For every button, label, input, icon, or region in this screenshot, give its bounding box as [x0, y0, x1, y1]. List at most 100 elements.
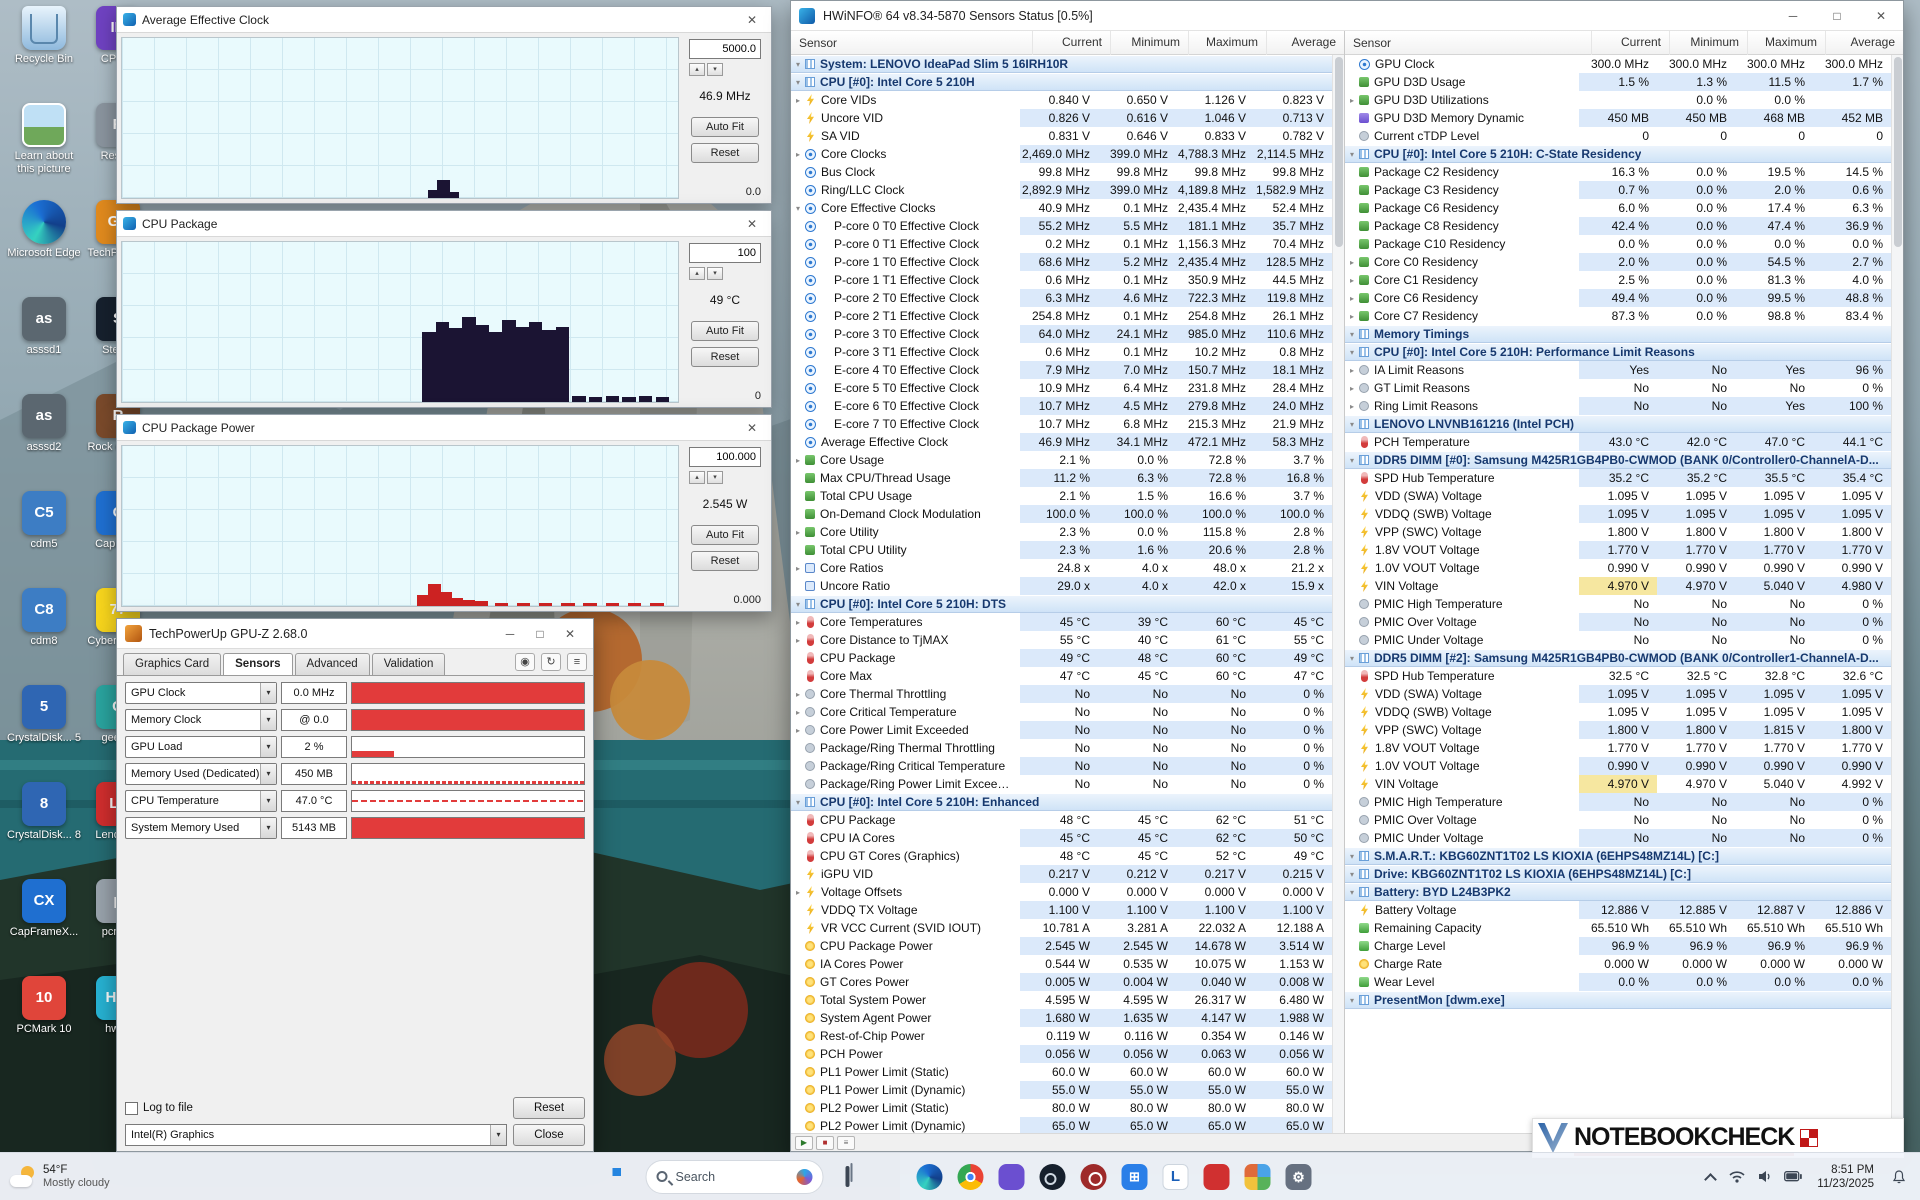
sensor-row[interactable]: ▸Core Critical TemperatureNoNoNo0 %	[791, 703, 1332, 721]
sensor-row[interactable]: SA VID0.831 V0.646 V0.833 V0.782 V	[791, 127, 1332, 145]
sensor-row[interactable]: ▸Core C6 Residency49.4 %0.0 %99.5 %48.8 …	[1345, 289, 1891, 307]
sensor-row[interactable]: ▸Core Thermal ThrottlingNoNoNo0 %	[791, 685, 1332, 703]
sensor-row[interactable]: ▸Core Utility2.3 %0.0 %115.8 %2.8 %	[791, 523, 1332, 541]
photos-icon[interactable]	[1241, 1160, 1275, 1194]
sensor-row[interactable]: Ring/LLC Clock2,892.9 MHz399.0 MHz4,189.…	[791, 181, 1332, 199]
sensor-row[interactable]: Bus Clock99.8 MHz99.8 MHz99.8 MHz99.8 MH…	[791, 163, 1332, 181]
sensor-row[interactable]: PMIC Under VoltageNoNoNo0 %	[1345, 829, 1891, 847]
reset-button[interactable]: Reset	[691, 551, 759, 571]
sensor-row[interactable]: GT Cores Power0.005 W0.004 W0.040 W0.008…	[791, 973, 1332, 991]
sensor-row[interactable]: Uncore Ratio29.0 x4.0 x42.0 x15.9 x	[791, 577, 1332, 595]
sensor-section-header[interactable]: ▾CPU [#0]: Intel Core 5 210H: Performanc…	[1345, 343, 1891, 361]
tab-graphics-card[interactable]: Graphics Card	[123, 653, 221, 675]
sensor-select[interactable]: System Memory Used▾	[125, 817, 277, 839]
sensor-row[interactable]: E-core 5 T0 Effective Clock10.9 MHz6.4 M…	[791, 379, 1332, 397]
sensor-row[interactable]: E-core 7 T0 Effective Clock10.7 MHz6.8 M…	[791, 415, 1332, 433]
sensor-row[interactable]: iGPU VID0.217 V0.212 V0.217 V0.215 V	[791, 865, 1332, 883]
battery-icon[interactable]	[1781, 1165, 1805, 1189]
reset-button[interactable]: Reset	[513, 1097, 585, 1119]
media-red-icon[interactable]	[1200, 1160, 1234, 1194]
maximize-icon[interactable]: □	[1815, 1, 1859, 31]
sensor-row[interactable]: Package C10 Residency0.0 %0.0 %0.0 %0.0 …	[1345, 235, 1891, 253]
sensor-row[interactable]: ▸Core C0 Residency2.0 %0.0 %54.5 %2.7 %	[1345, 253, 1891, 271]
steam-icon[interactable]	[1036, 1160, 1070, 1194]
sensor-row[interactable]: CPU GT Cores (Graphics)48 °C45 °C52 °C49…	[791, 847, 1332, 865]
minimize-icon[interactable]: ─	[1771, 1, 1815, 31]
sensor-row[interactable]: ▸Core Usage2.1 %0.0 %72.8 %3.7 %	[791, 451, 1332, 469]
hwinfo-titlebar[interactable]: HWiNFO® 64 v8.34-5870 Sensors Status [0.…	[791, 1, 1903, 31]
wifi-icon[interactable]	[1725, 1165, 1749, 1189]
sensor-section-header[interactable]: ▾DDR5 DIMM [#0]: Samsung M425R1GB4PB0-CW…	[1345, 451, 1891, 469]
libreoffice-icon[interactable]: L	[1159, 1160, 1193, 1194]
desktop-icon[interactable]: asasssd1	[6, 297, 82, 357]
sensor-row[interactable]: ▸Core Power Limit ExceededNoNoNo0 %	[791, 721, 1332, 739]
sensor-row[interactable]: Battery Voltage12.886 V12.885 V12.887 V1…	[1345, 901, 1891, 919]
sensor-row[interactable]: Remaining Capacity65.510 Wh65.510 Wh65.5…	[1345, 919, 1891, 937]
file-explorer-icon[interactable]	[872, 1160, 906, 1194]
sensor-row[interactable]: Core Max47 °C45 °C60 °C47 °C	[791, 667, 1332, 685]
tab-advanced[interactable]: Advanced	[295, 653, 370, 675]
search-input[interactable]: Search	[646, 1160, 824, 1194]
sensor-row[interactable]: CPU IA Cores45 °C45 °C62 °C50 °C	[791, 829, 1332, 847]
scrollbar-thumb[interactable]	[1894, 57, 1902, 247]
sensor-row[interactable]: Charge Rate0.000 W0.000 W0.000 W0.000 W	[1345, 955, 1891, 973]
sensor-row[interactable]: Total System Power4.595 W4.595 W26.317 W…	[791, 991, 1332, 1009]
desktop-icon[interactable]: CXCapFrameX...	[6, 879, 82, 939]
sensor-row[interactable]: PL2 Power Limit (Static)80.0 W80.0 W80.0…	[791, 1099, 1332, 1117]
sensor-row[interactable]: ▸Core Clocks2,469.0 MHz399.0 MHz4,788.3 …	[791, 145, 1332, 163]
auto-fit-button[interactable]: Auto Fit	[691, 321, 759, 341]
settings-icon[interactable]: ⚙	[1282, 1160, 1316, 1194]
device-select[interactable]: Intel(R) Graphics ▾	[125, 1124, 507, 1146]
desktop-icon[interactable]: Recycle Bin	[6, 6, 82, 66]
sensor-row[interactable]: Package/Ring Power Limit ExceededNoNoNo0…	[791, 775, 1332, 793]
sensor-row[interactable]: On-Demand Clock Modulation100.0 %100.0 %…	[791, 505, 1332, 523]
sensor-row[interactable]: ▸IA Limit ReasonsYesNoYes96 %	[1345, 361, 1891, 379]
scrollbar[interactable]	[1891, 55, 1903, 1133]
sensor-select[interactable]: Memory Clock▾	[125, 709, 277, 731]
auto-fit-button[interactable]: Auto Fit	[691, 525, 759, 545]
sensor-row[interactable]: ▾Core Effective Clocks40.9 MHz0.1 MHz2,4…	[791, 199, 1332, 217]
sensor-section-header[interactable]: ▾Memory Timings	[1345, 325, 1891, 343]
sensor-row[interactable]: Average Effective Clock46.9 MHz34.1 MHz4…	[791, 433, 1332, 451]
desktop-icon[interactable]: Learn about this picture	[6, 103, 82, 176]
sensor-section-header[interactable]: ▾LENOVO LNVNB161216 (Intel PCH)	[1345, 415, 1891, 433]
start-logging-button[interactable]: ▶	[795, 1136, 813, 1150]
desktop-icon[interactable]: 8CrystalDisk... 8	[6, 782, 82, 842]
sensor-row[interactable]: VIN Voltage4.970 V4.970 V5.040 V4.992 V	[1345, 775, 1891, 793]
sensor-row[interactable]: ▸Core VIDs0.840 V0.650 V1.126 V0.823 V	[791, 91, 1332, 109]
graph-window-titlebar[interactable]: Average Effective Clock✕	[117, 7, 771, 33]
volume-icon[interactable]	[1753, 1165, 1777, 1189]
graph-window-titlebar[interactable]: CPU Package Power✕	[117, 415, 771, 441]
sensor-row[interactable]: P-core 2 T0 Effective Clock6.3 MHz4.6 MH…	[791, 289, 1332, 307]
desktop-icon[interactable]: 10PCMark 10	[6, 976, 82, 1036]
sensor-section-header[interactable]: ▾CPU [#0]: Intel Core 5 210H: C-State Re…	[1345, 145, 1891, 163]
spin-up-icon[interactable]: ▴	[689, 267, 705, 280]
sensor-row[interactable]: ▸Core C7 Residency87.3 %0.0 %98.8 %83.4 …	[1345, 307, 1891, 325]
sensor-row[interactable]: ▸Core C1 Residency2.5 %0.0 %81.3 %4.0 %	[1345, 271, 1891, 289]
sensor-row[interactable]: Wear Level0.0 %0.0 %0.0 %0.0 %	[1345, 973, 1891, 991]
sensor-row[interactable]: Max CPU/Thread Usage11.2 %6.3 %72.8 %16.…	[791, 469, 1332, 487]
graph-max-input[interactable]: 100	[689, 243, 761, 263]
sensor-row[interactable]: Package C2 Residency16.3 %0.0 %19.5 %14.…	[1345, 163, 1891, 181]
sensor-row[interactable]: PMIC Under VoltageNoNoNo0 %	[1345, 631, 1891, 649]
sensor-row[interactable]: SPD Hub Temperature32.5 °C32.5 °C32.8 °C…	[1345, 667, 1891, 685]
sensor-row[interactable]: 1.8V VOUT Voltage1.770 V1.770 V1.770 V1.…	[1345, 739, 1891, 757]
sensor-row[interactable]: P-core 1 T0 Effective Clock68.6 MHz5.2 M…	[791, 253, 1332, 271]
reset-button[interactable]: Reset	[691, 347, 759, 367]
sensor-row[interactable]: E-core 4 T0 Effective Clock7.9 MHz7.0 MH…	[791, 361, 1332, 379]
sensor-row[interactable]: VIN Voltage4.970 V4.970 V5.040 V4.980 V	[1345, 577, 1891, 595]
sensor-row[interactable]: PL1 Power Limit (Static)60.0 W60.0 W60.0…	[791, 1063, 1332, 1081]
sensor-row[interactable]: VPP (SWC) Voltage1.800 V1.800 V1.815 V1.…	[1345, 721, 1891, 739]
spin-down-icon[interactable]: ▾	[707, 63, 723, 76]
desktop-icon[interactable]: C5cdm5	[6, 491, 82, 551]
graph-max-input[interactable]: 100.000	[689, 447, 761, 467]
sensor-row[interactable]: Uncore VID0.826 V0.616 V1.046 V0.713 V	[791, 109, 1332, 127]
sensor-row[interactable]: P-core 1 T1 Effective Clock0.6 MHz0.1 MH…	[791, 271, 1332, 289]
start-button[interactable]	[605, 1160, 639, 1194]
sensor-row[interactable]: VDDQ TX Voltage1.100 V1.100 V1.100 V1.10…	[791, 901, 1332, 919]
sensor-row[interactable]: Package/Ring Critical TemperatureNoNoNo0…	[791, 757, 1332, 775]
gpuz-titlebar[interactable]: TechPowerUp GPU-Z 2.68.0 ─ □ ✕	[117, 619, 593, 649]
sensor-section-header[interactable]: ▾CPU [#0]: Intel Core 5 210H: DTS	[791, 595, 1332, 613]
sensor-select[interactable]: Memory Used (Dedicated)▾	[125, 763, 277, 785]
sensor-row[interactable]: IA Cores Power0.544 W0.535 W10.075 W1.15…	[791, 955, 1332, 973]
